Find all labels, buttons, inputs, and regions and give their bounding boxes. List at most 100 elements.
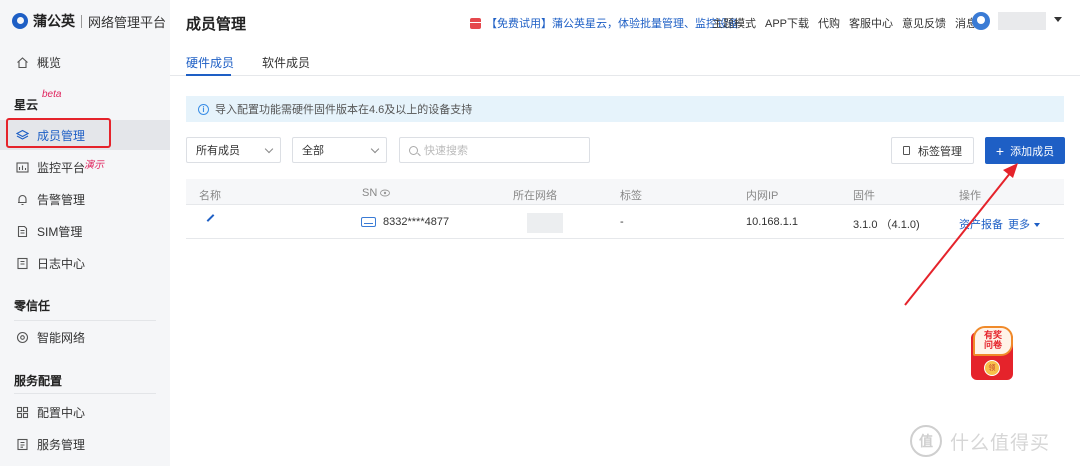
sidebar-item-alerts[interactable]: 告警管理 <box>0 184 170 214</box>
watermark-text: 什么值得买 <box>950 432 1051 454</box>
tab-hardware-members[interactable]: 硬件成员 <box>186 54 234 71</box>
top-link-theme[interactable]: 主题模式 <box>712 15 756 31</box>
column-header-name: 名称 <box>199 190 221 202</box>
router-device-icon <box>361 217 376 227</box>
add-member-button[interactable]: + 添加成员 <box>985 137 1065 164</box>
top-link-support[interactable]: 客服中心 <box>849 15 893 31</box>
sidebar-item-label: 配置中心 <box>37 405 86 420</box>
sim-card-icon <box>16 225 29 238</box>
column-header-actions: 操作 <box>959 190 981 202</box>
add-member-label: 添加成员 <box>1010 145 1055 158</box>
sidebar-divider <box>14 393 156 394</box>
sidebar-item-label: 概览 <box>37 55 62 70</box>
asset-report-link[interactable]: 资产报备 <box>959 216 1003 232</box>
column-header-tags: 标签 <box>620 190 642 202</box>
sidebar-section-zero-trust: 零信任 <box>14 299 51 313</box>
top-link-feedback[interactable]: 意见反馈 <box>902 15 946 31</box>
sidebar: 蒲公英 网络管理平台 概览 星云 beta 成员管理 监控平台 演示 告警管理 … <box>0 0 170 466</box>
promo-link[interactable]: 【免费试用】蒲公英星云，体验批量管理、监控设备 <box>470 15 739 31</box>
highlight-box-members <box>6 118 111 148</box>
tag-icon <box>903 146 910 155</box>
watermark: 值 什么值得买 <box>910 425 1050 457</box>
edit-pencil-icon[interactable] <box>206 214 215 222</box>
dandelion-logo-icon <box>12 13 28 29</box>
member-filter-select[interactable]: 所有成员 <box>186 137 281 163</box>
sidebar-item-smart-network[interactable]: 智能网络 <box>0 322 170 352</box>
column-header-sn: SN <box>362 187 378 199</box>
network-circle-icon <box>16 331 29 344</box>
chevron-down-icon <box>264 144 274 154</box>
watermark-symbol: 值 <box>919 433 933 449</box>
column-header-firmware: 固件 <box>853 190 875 202</box>
tab-active-indicator <box>186 74 231 76</box>
column-header-lan-ip: 内网IP <box>746 190 779 202</box>
page-title: 成员管理 <box>186 16 247 33</box>
logo-brand: 蒲公英 <box>33 13 75 29</box>
username-redacted[interactable] <box>998 12 1046 30</box>
cell-network-redacted <box>527 213 563 233</box>
home-icon <box>16 56 29 69</box>
logo-divider <box>81 14 82 28</box>
sidebar-item-label: 监控平台 <box>37 160 86 175</box>
tag-management-label: 标签管理 <box>918 145 962 158</box>
avatar[interactable] <box>972 12 990 30</box>
tab-bar: 硬件成员 软件成员 <box>170 44 1080 76</box>
smzdm-logo-icon: 值 <box>910 425 942 457</box>
member-filter-value: 所有成员 <box>196 145 240 157</box>
logo[interactable]: 蒲公英 网络管理平台 <box>12 12 166 30</box>
chevron-down-icon[interactable] <box>1054 17 1062 22</box>
sidebar-section-service: 服务配置 <box>14 374 63 388</box>
top-link-purchase[interactable]: 代购 <box>818 15 840 31</box>
sidebar-item-label: SIM管理 <box>37 224 83 239</box>
service-list-icon <box>16 438 29 451</box>
coin-icon: 领 <box>984 360 1000 376</box>
demo-badge: 演示 <box>84 160 104 171</box>
sidebar-section-xingyun: 星云 <box>14 98 39 112</box>
sidebar-item-label: 告警管理 <box>37 192 86 207</box>
cell-firmware: 3.1.0 （4.1.0) <box>853 219 920 231</box>
logo-subtitle: 网络管理平台 <box>88 14 167 30</box>
main-panel: 成员管理 【免费试用】蒲公英星云，体验批量管理、监控设备 主题模式 APP下载 … <box>170 0 1080 466</box>
top-link-app-download[interactable]: APP下载 <box>765 15 809 31</box>
chevron-down-icon <box>370 144 380 154</box>
survey-reward-badge[interactable]: 有奖 问卷 领 <box>965 326 1021 382</box>
sidebar-item-overview[interactable]: 概览 <box>0 47 170 77</box>
eye-icon[interactable] <box>380 188 390 200</box>
notice-text: 导入配置功能需硬件固件版本在4.6及以上的设备支持 <box>215 104 473 116</box>
table-row: 8332****4877 - 10.168.1.1 3.1.0 （4.1.0) … <box>186 206 1064 239</box>
app-root: 蒲公英 网络管理平台 概览 星云 beta 成员管理 监控平台 演示 告警管理 … <box>0 0 1080 466</box>
sidebar-item-logs[interactable]: 日志中心 <box>0 248 170 278</box>
grid-icon <box>16 406 29 419</box>
chevron-down-icon <box>1034 223 1040 228</box>
coin-label: 领 <box>988 365 996 372</box>
info-icon: i <box>198 103 209 115</box>
beta-badge: beta <box>42 89 62 100</box>
search-placeholder: 快速搜索 <box>424 145 468 157</box>
more-dropdown[interactable]: 更多 <box>1008 216 1040 232</box>
log-document-icon <box>16 257 29 270</box>
sidebar-item-label: 日志中心 <box>37 256 86 271</box>
survey-bubble: 有奖 问卷 <box>973 326 1013 356</box>
notice-banner: i 导入配置功能需硬件固件版本在4.6及以上的设备支持 <box>186 96 1064 122</box>
sidebar-item-label: 智能网络 <box>37 330 86 345</box>
status-filter-value: 全部 <box>302 145 324 157</box>
sidebar-divider <box>14 320 156 321</box>
monitor-chart-icon <box>16 161 29 174</box>
promo-text: 【免费试用】蒲公英星云，体验批量管理、监控设备 <box>486 18 739 30</box>
status-filter-select[interactable]: 全部 <box>292 137 387 163</box>
sidebar-item-config-center[interactable]: 配置中心 <box>0 397 170 427</box>
search-icon <box>409 145 418 155</box>
sidebar-item-sim[interactable]: SIM管理 <box>0 216 170 246</box>
sidebar-item-service-mgmt[interactable]: 服务管理 <box>0 429 170 459</box>
table-header: 名称 SN 所在网络 标签 内网IP 固件 操作 <box>186 179 1064 205</box>
cell-tags: - <box>620 216 624 228</box>
top-links: 主题模式 APP下载 代购 客服中心 意见反馈 消息 <box>712 15 986 31</box>
gift-icon <box>470 17 481 29</box>
cell-sn: 8332****4877 <box>383 216 450 228</box>
cell-lan-ip: 10.168.1.1 <box>746 216 798 228</box>
badge-line2: 问卷 <box>983 340 1002 350</box>
column-header-network: 所在网络 <box>513 190 557 202</box>
tag-management-button[interactable]: 标签管理 <box>891 137 974 164</box>
tab-software-members[interactable]: 软件成员 <box>262 54 310 71</box>
search-input[interactable]: 快速搜索 <box>399 137 590 163</box>
